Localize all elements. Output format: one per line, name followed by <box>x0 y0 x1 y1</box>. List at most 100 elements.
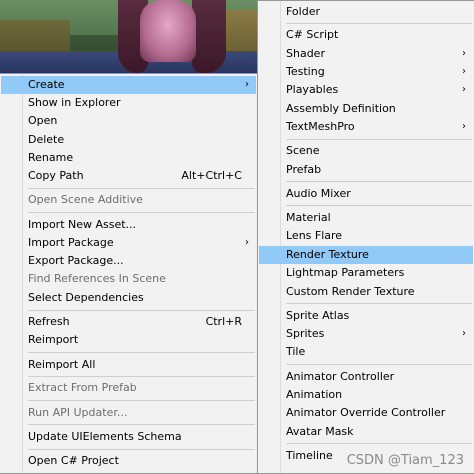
submenu-item-assembly-definition[interactable]: Assembly Definition <box>259 100 473 118</box>
menu-item-label: Refresh <box>28 315 70 328</box>
submenu-item-lens-flare[interactable]: Lens Flare <box>259 227 473 245</box>
menu-separator <box>28 449 255 450</box>
menu-separator <box>286 23 472 24</box>
menu-item-label: Animator Override Controller <box>286 406 446 419</box>
menu-separator <box>28 310 255 311</box>
submenu-item-scene[interactable]: Scene <box>259 142 473 160</box>
menu-item-delete[interactable]: Delete <box>1 131 256 149</box>
submenu-item-custom-render-texture[interactable]: Custom Render Texture <box>259 283 473 301</box>
menu-item-label: Show in Explorer <box>28 96 121 109</box>
menu-item-label: Rename <box>28 151 74 164</box>
menu-item-open-scene-additive[interactable]: Open Scene Additive <box>1 191 256 209</box>
menu-item-label: Open Scene Additive <box>28 193 143 206</box>
submenu-item-render-texture[interactable]: Render Texture <box>259 246 473 264</box>
context-submenu-create: Folder C# Script Shader › Testing › Play… <box>257 0 474 474</box>
menu-item-show-in-explorer[interactable]: Show in Explorer <box>1 94 256 112</box>
submenu-item-sprite-atlas[interactable]: Sprite Atlas <box>259 307 473 325</box>
submenu-item-shader[interactable]: Shader › <box>259 45 473 63</box>
submenu-item-csharp-script[interactable]: C# Script <box>259 26 473 44</box>
menu-item-label: Assembly Definition <box>286 102 396 115</box>
menu-item-copy-path[interactable]: Copy Path Alt+Ctrl+C <box>1 167 256 185</box>
menu-item-shortcut: Alt+Ctrl+C <box>181 169 242 182</box>
menu-item-label: C# Script <box>286 28 339 41</box>
submenu-item-audio-mixer[interactable]: Audio Mixer <box>259 185 473 203</box>
menu-item-reimport-all[interactable]: Reimport All <box>1 356 256 374</box>
submenu-item-animation[interactable]: Animation <box>259 386 473 404</box>
menu-item-label: Create <box>28 78 65 91</box>
context-menu-assets: Create › Show in Explorer Open Delete Re… <box>0 73 258 474</box>
menu-item-update-uielements-schema[interactable]: Update UIElements Schema <box>1 428 256 446</box>
menu-item-label: TextMeshPro <box>286 120 355 133</box>
menu-item-label: Playables <box>286 83 339 96</box>
menu-separator <box>286 364 472 365</box>
submenu-item-animator-override-controller[interactable]: Animator Override Controller <box>259 404 473 422</box>
menu-item-label: Update UIElements Schema <box>28 430 182 443</box>
chevron-right-icon: › <box>245 79 249 90</box>
menu-item-label: Animator Controller <box>286 370 395 383</box>
menu-separator <box>28 400 255 401</box>
submenu-item-animator-controller[interactable]: Animator Controller <box>259 368 473 386</box>
chevron-right-icon: › <box>462 84 466 95</box>
scene-view-background <box>0 0 258 73</box>
character-hair-right <box>192 0 226 73</box>
chevron-right-icon: › <box>462 121 466 132</box>
menu-item-refresh[interactable]: Refresh Ctrl+R <box>1 313 256 331</box>
menu-separator <box>286 205 472 206</box>
chevron-right-icon: › <box>462 48 466 59</box>
submenu-item-avatar-mask[interactable]: Avatar Mask <box>259 423 473 441</box>
menu-item-label: Select Dependencies <box>28 291 144 304</box>
menu-item-import-package[interactable]: Import Package › <box>1 234 256 252</box>
menu-separator <box>28 352 255 353</box>
menu-item-label: Import Package <box>28 236 114 249</box>
chevron-right-icon: › <box>462 66 466 77</box>
menu-item-open[interactable]: Open <box>1 112 256 130</box>
menu-item-label: Open C# Project <box>28 454 119 467</box>
menu-item-find-references[interactable]: Find References In Scene <box>1 270 256 288</box>
menu-item-label: Import New Asset... <box>28 218 137 231</box>
menu-item-label: Sprites <box>286 327 325 340</box>
menu-item-label: Export Package... <box>28 254 124 267</box>
menu-separator <box>286 181 472 182</box>
menu-item-label: Lightmap Parameters <box>286 266 405 279</box>
menu-item-run-api-updater[interactable]: Run API Updater... <box>1 404 256 422</box>
menu-item-shortcut: Ctrl+R <box>205 315 242 328</box>
menu-item-label: Timeline <box>286 449 333 462</box>
menu-item-label: Scene <box>286 144 320 157</box>
menu-separator <box>286 443 472 444</box>
menu-item-label: Folder <box>286 5 320 18</box>
menu-item-open-csharp-project[interactable]: Open C# Project <box>1 452 256 470</box>
menu-item-label: Avatar Mask <box>286 425 354 438</box>
menu-separator <box>286 303 472 304</box>
menu-item-label: Delete <box>28 133 65 146</box>
submenu-item-playables[interactable]: Playables › <box>259 81 473 99</box>
submenu-item-lightmap-parameters[interactable]: Lightmap Parameters <box>259 264 473 282</box>
menu-item-label: Find References In Scene <box>28 272 166 285</box>
menu-separator <box>28 212 255 213</box>
submenu-item-testing[interactable]: Testing › <box>259 63 473 81</box>
chevron-right-icon: › <box>462 328 466 339</box>
menu-item-extract-from-prefab[interactable]: Extract From Prefab <box>1 379 256 397</box>
submenu-item-tile[interactable]: Tile <box>259 343 473 361</box>
menu-item-label: Render Texture <box>286 248 369 261</box>
menu-item-label: Testing <box>286 65 325 78</box>
menu-item-reimport[interactable]: Reimport <box>1 331 256 349</box>
submenu-item-sprites[interactable]: Sprites › <box>259 325 473 343</box>
menu-item-label: Custom Render Texture <box>286 285 415 298</box>
unity-project-window: Create › Show in Explorer Open Delete Re… <box>0 0 474 474</box>
menu-item-label: Animation <box>286 388 343 401</box>
submenu-item-textmeshpro[interactable]: TextMeshPro › <box>259 118 473 136</box>
submenu-item-prefab[interactable]: Prefab <box>259 161 473 179</box>
menu-item-label: Copy Path <box>28 169 84 182</box>
menu-item-export-package[interactable]: Export Package... <box>1 252 256 270</box>
menu-separator <box>28 188 255 189</box>
menu-item-label: Open <box>28 114 58 127</box>
menu-item-create[interactable]: Create › <box>1 76 256 94</box>
chevron-right-icon: › <box>245 237 249 248</box>
menu-item-select-dependencies[interactable]: Select Dependencies <box>1 289 256 307</box>
submenu-item-folder[interactable]: Folder <box>259 3 473 21</box>
menu-item-import-new-asset[interactable]: Import New Asset... <box>1 216 256 234</box>
menu-item-label: Material <box>286 211 331 224</box>
menu-item-rename[interactable]: Rename <box>1 149 256 167</box>
menu-item-label: Reimport All <box>28 358 96 371</box>
submenu-item-material[interactable]: Material <box>259 209 473 227</box>
